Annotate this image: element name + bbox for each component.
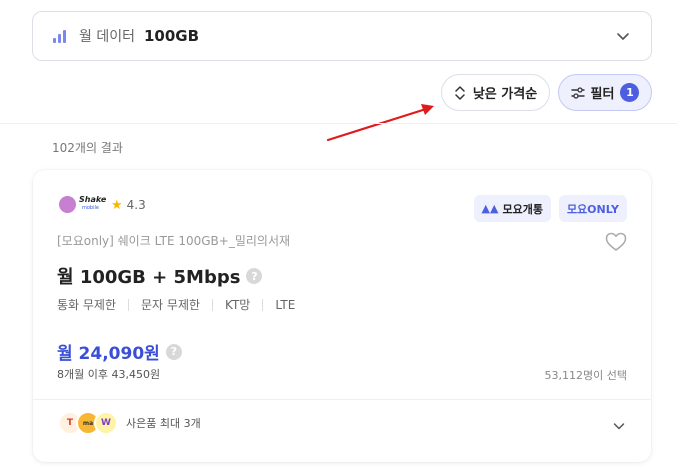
filter-count-badge: 1 bbox=[620, 83, 640, 102]
gift-label: 사은품 최대 3개 bbox=[126, 417, 201, 430]
help-icon[interactable]: ? bbox=[246, 268, 263, 284]
annotation-arrow-icon bbox=[326, 104, 434, 142]
plan-title: 월 100GB + 5Mbps ? bbox=[57, 263, 263, 289]
feature-item: 문자 무제한 bbox=[141, 298, 201, 312]
plan-card[interactable]: Shake mobile ★ 4.3 ▲▲ 모요개통 모요ONLY [모요onl… bbox=[33, 170, 651, 462]
section-divider bbox=[0, 123, 677, 124]
feature-separator bbox=[212, 298, 214, 311]
heart-icon[interactable] bbox=[605, 232, 627, 252]
monthly-data-selector[interactable]: 월 데이터 100GB bbox=[32, 11, 652, 61]
plan-price: 월 24,090원 ? bbox=[57, 339, 182, 364]
feature-item: LTE bbox=[275, 297, 296, 312]
gift-logo-icon: W bbox=[94, 411, 118, 435]
sliders-icon bbox=[570, 86, 585, 99]
card-divider bbox=[33, 399, 651, 400]
star-icon: ★ bbox=[111, 197, 123, 213]
data-selector-label: 월 데이터 bbox=[79, 29, 135, 45]
plan-subtitle: [모요only] 쉐이크 LTE 100GB+_밀리의서재 bbox=[57, 234, 291, 248]
sort-label: 낮은 가격순 bbox=[472, 87, 538, 102]
chevron-down-icon bbox=[617, 33, 629, 40]
signal-bars-icon bbox=[53, 29, 69, 43]
plan-title-text: 월 100GB + 5Mbps bbox=[57, 267, 241, 288]
feature-separator bbox=[262, 298, 264, 311]
filter-button[interactable]: 필터 1 bbox=[558, 74, 652, 111]
feature-separator bbox=[128, 298, 130, 311]
price-text: 월 24,090원 bbox=[57, 344, 160, 364]
data-selector-value: 100GB bbox=[143, 27, 200, 45]
plan-features: 통화 무제한 문자 무제한 KT망 LTE bbox=[57, 296, 295, 313]
badge-moyo-only: 모요ONLY bbox=[558, 195, 627, 222]
filter-label: 필터 bbox=[590, 87, 615, 102]
badge-group: ▲▲ 모요개통 모요ONLY bbox=[473, 195, 627, 222]
result-count: 102개의 결과 bbox=[52, 141, 123, 155]
feature-item: 통화 무제한 bbox=[57, 298, 117, 312]
chevron-down-icon[interactable] bbox=[612, 419, 626, 433]
rating: 4.3 bbox=[126, 198, 146, 212]
sort-button[interactable]: 낮은 가격순 bbox=[441, 74, 550, 111]
gift-row[interactable]: T ma W 사은품 최대 3개 bbox=[58, 411, 201, 435]
brand-row: Shake mobile ★ 4.3 bbox=[57, 194, 146, 216]
price-help-icon[interactable]: ? bbox=[165, 343, 182, 360]
feature-item: KT망 bbox=[225, 298, 251, 312]
price-after-note: 8개월 이후 43,450원 bbox=[57, 368, 161, 381]
badge-moyo-activation: ▲▲ 모요개통 bbox=[473, 195, 551, 222]
moyo-m-icon: ▲▲ bbox=[481, 202, 499, 215]
brand-logo: Shake mobile bbox=[57, 194, 106, 216]
sort-updown-icon bbox=[455, 85, 465, 100]
selected-count: 53,112명이 선택 bbox=[544, 369, 627, 382]
